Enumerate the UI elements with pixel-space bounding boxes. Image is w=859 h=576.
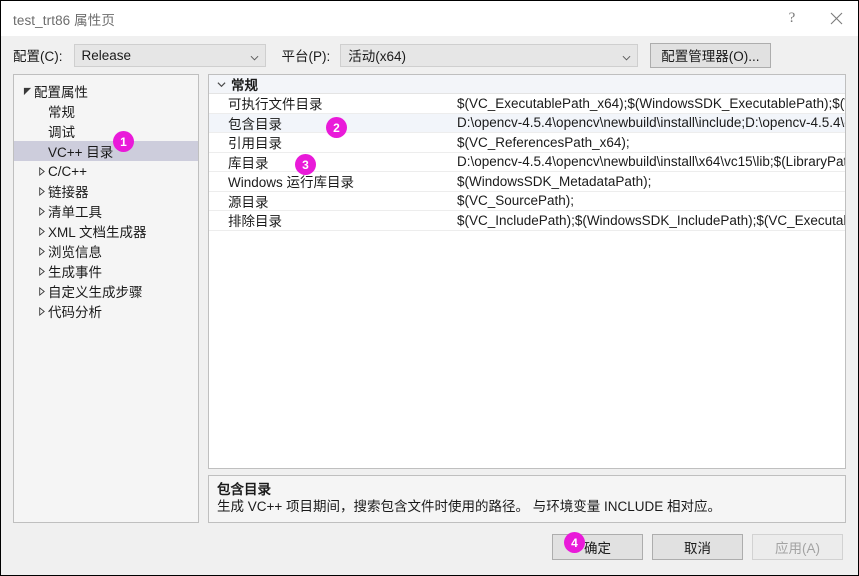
expander-collapsed-icon [34,206,48,216]
cancel-button[interactable]: 取消 [652,534,743,560]
tree-item[interactable]: 自定义生成步骤 [14,281,198,301]
tree-item[interactable]: 调试 [14,121,198,141]
tree-item[interactable]: 代码分析 [14,301,198,321]
configuration-value: Release [81,47,132,63]
grid-row[interactable]: 引用目录 $(VC_ReferencesPath_x64); [209,133,845,153]
window-title: test_trt86 属性页 [13,12,115,28]
tree-item-label: VC++ 目录 [48,145,114,160]
description-panel: 包含目录 生成 VC++ 项目期间，搜索包含文件时使用的路径。 与环境变量 IN… [208,475,846,523]
annotation-badge-4: 4 [564,532,585,553]
grid-row-name: 可执行文件目录 [228,97,323,113]
expander-collapsed-icon [34,306,48,316]
tree-item-label: 清单工具 [48,205,102,220]
expander-collapsed-icon [34,166,48,176]
tree-item-label: 自定义生成步骤 [48,285,143,300]
grid-row-value[interactable]: $(VC_IncludePath);$(WindowsSDK_IncludePa… [457,213,845,228]
dialog-footer: 确定 取消 应用(A) [1,523,858,575]
property-tree[interactable]: 配置属性常规调试 VC++ 目录 C/C++ 链接器清单工具 XML 文档生成器 浏览信息… [13,74,199,523]
annotation-badge-1: 1 [113,131,134,152]
grid-row-name: 源目录 [228,194,269,210]
tree-item[interactable]: 常规 [14,101,198,121]
tree-item-label: XML 文档生成器 [48,225,147,240]
tree-item-label: 调试 [48,125,75,140]
platform-value: 活动(x64) [348,49,407,64]
grid-row-value[interactable]: $(VC_ExecutablePath_x64);$(WindowsSDK_Ex… [457,96,845,111]
property-grid[interactable]: 常规 可执行文件目录 $(VC_ExecutablePath_x64);$(Win… [208,74,846,469]
description-text: 生成 VC++ 项目期间，搜索包含文件时使用的路径。 与环境变量 INCLUDE… [217,499,722,514]
expander-collapsed-icon [34,246,48,256]
tree-item-label: 生成事件 [48,265,102,280]
tree-item-label: 链接器 [48,185,89,200]
chevron-down-icon [214,80,228,89]
configuration-dropdown[interactable]: Release [73,43,266,67]
grid-row-value[interactable]: $(VC_SourcePath); [457,193,845,208]
tree-item-label: 配置属性 [34,85,88,100]
annotation-badge-2: 2 [326,117,347,138]
grid-row[interactable]: 包含目录 D:\opencv-4.5.4\opencv\newbuild\inst… [209,113,845,133]
tree-item[interactable]: C/C++ [14,161,198,181]
grid-row-value[interactable]: D:\opencv-4.5.4\opencv\newbuild\install\… [457,115,845,130]
tree-item-label: 代码分析 [48,305,102,320]
grid-row-name: 排除目录 [228,214,282,230]
expander-collapsed-icon [34,186,48,196]
tree-item[interactable]: VC++ 目录 [14,141,198,161]
apply-button: 应用(A) [752,534,843,560]
tree-item[interactable]: 清单工具 [14,201,198,221]
expander-collapsed-icon [34,226,48,236]
chevron-down-icon [250,51,259,61]
grid-row-name: 库目录 [228,155,269,171]
grid-row-value[interactable]: $(WindowsSDK_MetadataPath); [457,174,845,189]
help-icon[interactable]: ? [770,2,814,36]
grid-category-header[interactable]: 常规 [209,75,845,94]
tree-item[interactable]: 配置属性 [14,81,198,101]
grid-row-value[interactable]: $(VC_ReferencesPath_x64); [457,135,845,150]
tree-item-label: C/C++ [48,163,88,179]
tree-item-label: 常规 [48,105,75,120]
right-column: 常规 可执行文件目录 $(VC_ExecutablePath_x64);$(Win… [208,74,846,523]
grid-row[interactable]: 排除目录 $(VC_IncludePath);$(WindowsSDK_Inclu… [209,211,845,231]
title-bar: test_trt86 属性页 ? [1,1,858,36]
grid-row-value[interactable]: D:\opencv-4.5.4\opencv\newbuild\install\… [457,154,845,169]
description-title: 包含目录 [217,482,271,497]
tree-item[interactable]: XML 文档生成器 [14,221,198,241]
annotation-badge-3: 3 [295,154,316,175]
expander-expanded-icon [20,87,34,96]
property-pages-dialog: test_trt86 属性页 ? 配置(C): Release 平台(P): 活… [0,0,859,576]
tree-item[interactable]: 链接器 [14,181,198,201]
grid-row-name: Windows 运行库目录 [228,175,355,191]
expander-collapsed-icon [34,286,48,296]
close-icon[interactable] [814,2,858,36]
configuration-manager-button[interactable]: 配置管理器(O)... [650,42,771,68]
platform-dropdown[interactable]: 活动(x64) [340,43,639,67]
chevron-down-icon [622,51,631,61]
grid-row[interactable]: 可执行文件目录 $(VC_ExecutablePath_x64);$(Window… [209,94,845,114]
grid-category-label: 常规 [231,78,258,93]
configuration-bar: 配置(C): Release 平台(P): 活动(x64) 配置管理器(O)..… [1,36,858,74]
platform-label: 平台(P): [281,49,331,64]
tree-item[interactable]: 浏览信息 [14,241,198,261]
grid-row[interactable]: 源目录 $(VC_SourcePath); [209,192,845,211]
tree-item-label: 浏览信息 [48,245,102,260]
configuration-label: 配置(C): [13,49,63,64]
tree-item[interactable]: 生成事件 [14,261,198,281]
expander-collapsed-icon [34,266,48,276]
